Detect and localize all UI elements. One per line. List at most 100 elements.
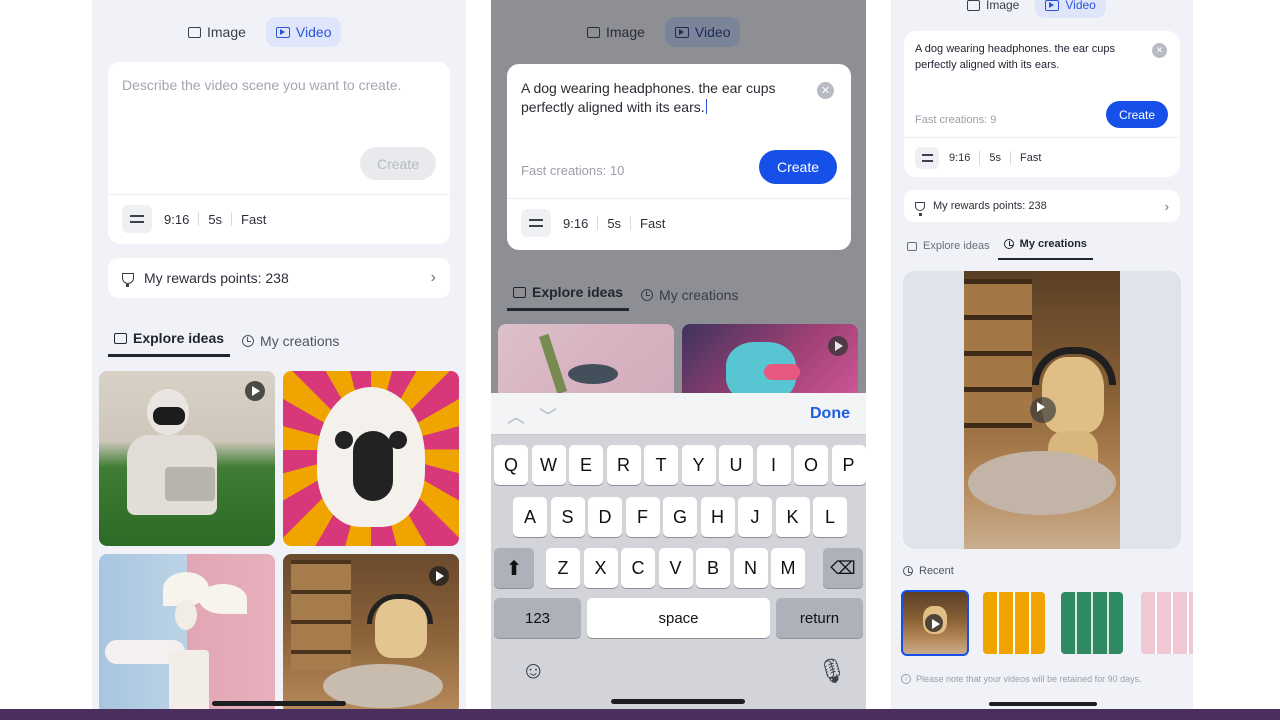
- key-s[interactable]: S: [550, 497, 585, 537]
- mode-tabs: Image Video: [957, 0, 1106, 18]
- clear-icon[interactable]: ✕: [817, 82, 834, 99]
- key-h[interactable]: H: [700, 497, 735, 537]
- idea-thumbnail-lilies[interactable]: [99, 554, 275, 709]
- key-d[interactable]: D: [588, 497, 622, 537]
- mode-tabs: Image Video: [178, 17, 342, 47]
- speed-option[interactable]: Fast: [241, 212, 266, 227]
- tab-my-creations[interactable]: My creations: [635, 287, 744, 311]
- key-q[interactable]: Q: [494, 445, 528, 485]
- key-f[interactable]: F: [625, 497, 660, 537]
- phone-screen-empty-prompt: Image Video Describe the video scene you…: [92, 0, 466, 709]
- return-key[interactable]: return: [776, 598, 863, 638]
- key-x[interactable]: X: [583, 548, 618, 588]
- microphone-icon[interactable]: 🎙: [817, 657, 847, 686]
- create-button[interactable]: Create: [1106, 101, 1168, 128]
- tab-video[interactable]: Video: [265, 17, 342, 47]
- key-l[interactable]: L: [813, 497, 847, 537]
- settings-separator: [979, 151, 981, 165]
- tab-my-creations[interactable]: My creations: [997, 238, 1093, 260]
- rewards-row[interactable]: My rewards points: 238 ›: [904, 190, 1180, 222]
- key-b[interactable]: B: [696, 548, 730, 588]
- create-button[interactable]: Create: [759, 150, 837, 184]
- ratio-option[interactable]: 9:16: [949, 152, 970, 164]
- tab-image[interactable]: Image: [178, 17, 256, 47]
- tab-mine-label: My creations: [1019, 238, 1087, 250]
- play-icon[interactable]: [1030, 397, 1056, 423]
- tab-image[interactable]: Image: [957, 0, 1029, 18]
- trophy-icon: [122, 272, 134, 287]
- idea-thumbnail-astronaut[interactable]: [99, 371, 275, 546]
- key-k[interactable]: K: [775, 497, 810, 537]
- idea-thumbnail-cat[interactable]: [682, 324, 858, 404]
- speed-option[interactable]: Fast: [640, 216, 665, 231]
- backspace-key[interactable]: ⌫: [823, 548, 863, 588]
- play-icon: [828, 336, 848, 356]
- idea-thumbnail-lily[interactable]: [498, 324, 674, 404]
- key-w[interactable]: W: [531, 445, 566, 485]
- tab-image-label: Image: [207, 24, 246, 40]
- key-g[interactable]: G: [663, 497, 697, 537]
- recent-thumbnail-4[interactable]: [1141, 592, 1193, 654]
- tab-my-creations[interactable]: My creations: [236, 333, 345, 357]
- recent-thumbnail-1[interactable]: [901, 590, 969, 656]
- key-a[interactable]: A: [513, 497, 547, 537]
- key-z[interactable]: Z: [546, 548, 580, 588]
- key-n[interactable]: N: [733, 548, 768, 588]
- duration-option[interactable]: 5s: [607, 216, 621, 231]
- prompt-input[interactable]: Describe the video scene you want to cre…: [122, 76, 432, 95]
- rewards-label: My rewards points: 238: [933, 200, 1047, 212]
- key-v[interactable]: V: [658, 548, 693, 588]
- key-u[interactable]: U: [719, 445, 753, 485]
- info-icon: i: [901, 674, 911, 684]
- clear-icon[interactable]: ✕: [1152, 43, 1167, 58]
- keyboard-accessory-bar: ︿﹀ Done: [491, 393, 866, 435]
- recent-thumbnail-2[interactable]: [983, 592, 1045, 654]
- key-c[interactable]: C: [621, 548, 655, 588]
- numbers-key[interactable]: 123: [494, 598, 581, 638]
- tab-video[interactable]: Video: [664, 17, 741, 47]
- duration-option[interactable]: 5s: [208, 212, 222, 227]
- recent-thumbnail-3[interactable]: [1061, 592, 1123, 654]
- tab-explore-label: Explore ideas: [923, 240, 990, 252]
- settings-sliders-icon[interactable]: [521, 209, 551, 237]
- rewards-row[interactable]: My rewards points: 238 ›: [108, 258, 450, 298]
- content-tabs: Explore ideas My creations: [108, 330, 345, 357]
- idea-thumbnail-chihuahua[interactable]: [283, 371, 459, 546]
- tab-image[interactable]: Image: [577, 17, 655, 47]
- key-p[interactable]: P: [831, 445, 866, 485]
- prompt-input[interactable]: A dog wearing headphones. the ear cups p…: [915, 41, 1145, 73]
- speed-option[interactable]: Fast: [1020, 152, 1041, 164]
- key-m[interactable]: M: [771, 548, 805, 588]
- generated-video-preview[interactable]: [964, 271, 1120, 549]
- key-r[interactable]: R: [606, 445, 641, 485]
- tab-explore-ideas[interactable]: Explore ideas: [901, 240, 996, 260]
- chevron-right-icon: ›: [1164, 198, 1169, 214]
- create-button[interactable]: Create: [360, 147, 436, 180]
- duration-option[interactable]: 5s: [989, 152, 1001, 164]
- space-key[interactable]: space: [587, 598, 770, 638]
- done-button[interactable]: Done: [810, 405, 850, 423]
- chevron-right-icon: ›: [430, 269, 436, 286]
- key-i[interactable]: I: [756, 445, 791, 485]
- ratio-option[interactable]: 9:16: [563, 216, 588, 231]
- key-y[interactable]: Y: [681, 445, 716, 485]
- tab-video[interactable]: Video: [1035, 0, 1106, 18]
- tab-explore-ideas[interactable]: Explore ideas: [108, 330, 231, 357]
- prompt-input[interactable]: A dog wearing headphones. the ear cups p…: [521, 79, 811, 117]
- rewards-label: My rewards points: 238: [144, 270, 289, 286]
- key-j[interactable]: J: [738, 497, 772, 537]
- settings-sliders-icon[interactable]: [915, 147, 939, 169]
- gallery-icon: [513, 286, 526, 298]
- settings-row: 9:16 5s Fast: [122, 205, 266, 233]
- tab-explore-ideas[interactable]: Explore ideas: [507, 284, 630, 311]
- key-t[interactable]: T: [644, 445, 678, 485]
- settings-sliders-icon[interactable]: [122, 205, 152, 233]
- field-navigation-arrows-icon[interactable]: ︿﹀: [507, 403, 571, 429]
- phone-screen-created: Image Video A dog wearing headphones. th…: [891, 0, 1193, 709]
- ratio-option[interactable]: 9:16: [164, 212, 189, 227]
- idea-thumbnail-dog-headphones[interactable]: [283, 554, 459, 709]
- key-e[interactable]: E: [569, 445, 603, 485]
- key-o[interactable]: O: [794, 445, 828, 485]
- emoji-icon[interactable]: ☺: [521, 657, 546, 685]
- shift-key[interactable]: ⬆: [494, 548, 534, 588]
